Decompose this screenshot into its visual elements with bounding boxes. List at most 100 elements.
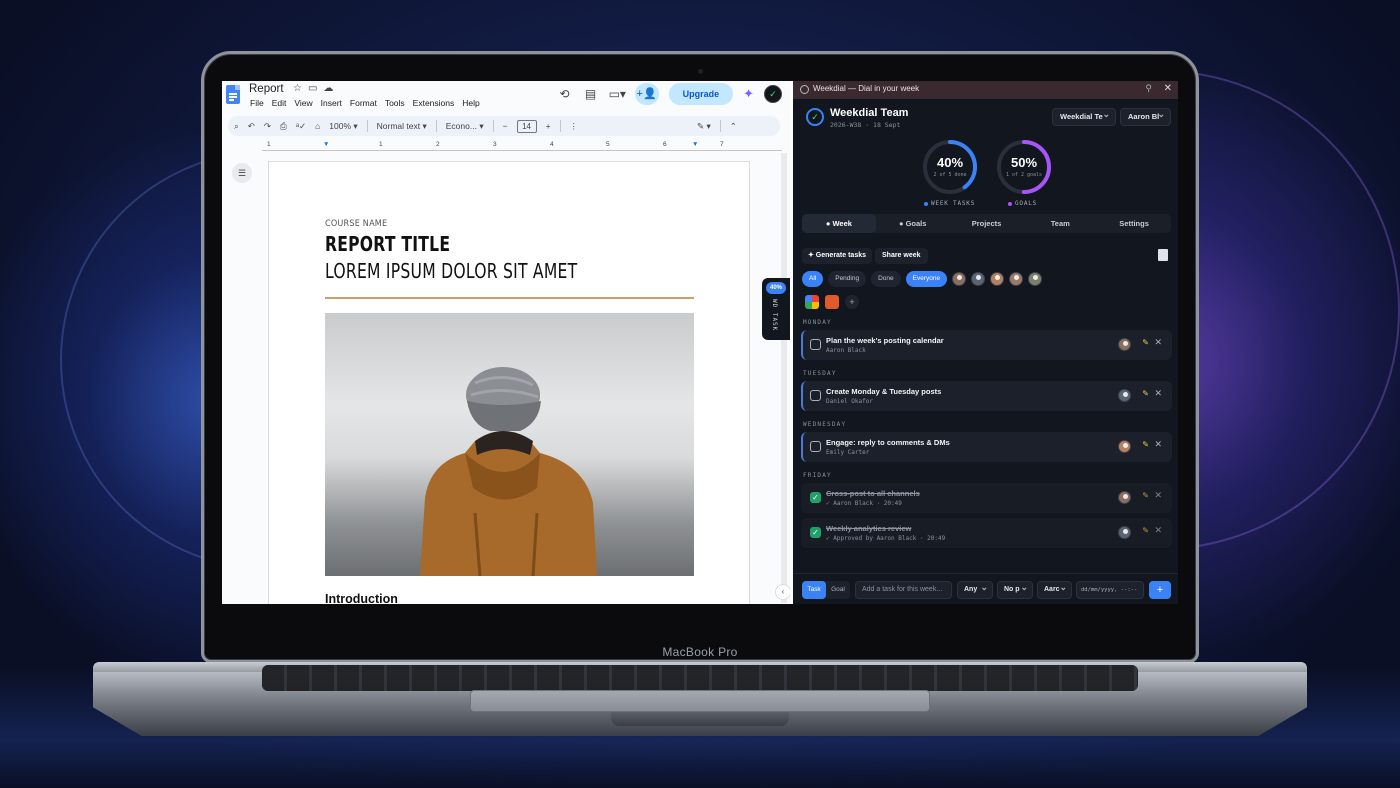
goal-toggle[interactable]: Goal — [826, 581, 850, 599]
priority-select[interactable]: No p — [997, 579, 1033, 599]
docs-logo-icon[interactable] — [226, 85, 240, 104]
delete-icon[interactable]: ✕ — [1154, 439, 1162, 450]
task-row[interactable]: Create Monday & Tuesday posts Daniel Oka… — [801, 381, 1172, 411]
weekdial-tabs: ● Week ● Goals Projects Team Settings — [802, 214, 1171, 233]
paint-format-icon[interactable]: ⌂ — [315, 121, 320, 131]
task-row[interactable]: ✓ Weekly analytics review ✓ Approved by … — [801, 518, 1172, 548]
meet-icon[interactable]: ▭▾ — [609, 86, 626, 102]
share-add-person-button[interactable]: +👤 — [634, 83, 659, 105]
decrease-font-icon[interactable]: − — [503, 121, 508, 131]
edit-icon[interactable]: ✎ — [1142, 389, 1149, 398]
more-options-icon[interactable]: ⋮ — [570, 121, 579, 132]
avatar[interactable] — [990, 272, 1005, 286]
document-outline-icon[interactable]: ☰ — [232, 163, 252, 183]
delete-icon[interactable]: ✕ — [1154, 388, 1162, 399]
filter-everyone[interactable]: Everyone — [905, 271, 948, 287]
avatar[interactable] — [952, 272, 967, 286]
filter-done[interactable]: Done — [871, 271, 901, 287]
docs-scrollbar[interactable] — [781, 153, 787, 603]
cloud-icon[interactable]: ☁ — [323, 83, 339, 94]
left-indent-marker[interactable]: ▼ — [323, 141, 329, 148]
task-checkbox[interactable] — [810, 441, 821, 452]
task-row[interactable]: ✓ Cross-post to all channels ✓ Aaron Bla… — [801, 483, 1172, 513]
add-task-button[interactable]: + — [1149, 581, 1171, 599]
avatar[interactable] — [971, 272, 986, 286]
increase-font-icon[interactable]: + — [546, 121, 551, 131]
font-size-input[interactable]: 14 — [516, 119, 537, 133]
delete-icon[interactable]: ✕ — [1154, 525, 1162, 536]
comments-icon[interactable]: ▤ — [583, 86, 599, 102]
pin-icon[interactable]: ⚲ — [1145, 83, 1152, 94]
history-icon[interactable]: ⟲ — [557, 86, 573, 102]
edit-icon[interactable]: ✎ — [1142, 526, 1149, 535]
delete-icon[interactable]: ✕ — [1154, 490, 1162, 501]
task-name: Create Monday & Tuesday posts — [826, 387, 942, 396]
gemini-icon[interactable]: ✦ — [743, 86, 754, 102]
assignee-select[interactable]: Any — [957, 579, 993, 599]
tab-week[interactable]: ● Week — [802, 214, 876, 233]
delete-icon[interactable]: ✕ — [1154, 337, 1162, 348]
font-select[interactable]: Econo... ▾ — [446, 121, 484, 132]
doc-title[interactable]: Report — [249, 83, 284, 95]
team-select[interactable]: Weekdial Te — [1052, 106, 1116, 126]
style-select[interactable]: Normal text ▾ — [377, 121, 427, 132]
menu-tools[interactable]: Tools — [385, 98, 405, 108]
menu-edit[interactable]: Edit — [272, 98, 287, 108]
menu-help[interactable]: Help — [462, 98, 479, 108]
star-icon[interactable]: ☆ — [293, 83, 308, 94]
editing-mode-icon[interactable]: ✎ ▾ — [697, 121, 711, 132]
google-app-icon[interactable] — [805, 295, 819, 309]
task-row[interactable]: Plan the week's posting calendar Aaron B… — [801, 330, 1172, 360]
generate-tasks-button[interactable]: ✦ Generate tasks — [802, 248, 873, 264]
close-icon[interactable]: ✕ — [1164, 83, 1172, 94]
menu-extensions[interactable]: Extensions — [413, 98, 455, 108]
due-date-input[interactable]: dd/mm/yyyy, --:-- — [1076, 581, 1144, 599]
zoom-select[interactable]: 100% ▾ — [329, 121, 357, 132]
laptop-trackpad — [470, 690, 930, 712]
tab-team[interactable]: Team — [1023, 214, 1097, 233]
weekdial-side-tab[interactable]: 40% WD TASK — [762, 278, 790, 340]
task-row[interactable]: Engage: reply to comments & DMs Emily Ca… — [801, 432, 1172, 462]
tab-settings[interactable]: Settings — [1097, 214, 1171, 233]
connected-apps: + — [805, 295, 859, 309]
upgrade-button[interactable]: Upgrade — [668, 83, 734, 105]
share-week-button[interactable]: Share week — [875, 248, 928, 264]
task-checkbox[interactable]: ✓ — [810, 492, 821, 503]
task-toggle[interactable]: Task — [802, 581, 826, 599]
task-checkbox[interactable]: ✓ — [810, 527, 821, 538]
owner-select[interactable]: Aarc — [1037, 579, 1072, 599]
filter-pending[interactable]: Pending — [828, 271, 867, 287]
task-name: Plan the week's posting calendar — [826, 336, 944, 345]
tab-goals[interactable]: ● Goals — [876, 214, 950, 233]
task-checkbox[interactable] — [810, 339, 821, 350]
edit-icon[interactable]: ✎ — [1142, 440, 1149, 449]
print-icon[interactable]: ⎙ — [280, 121, 287, 132]
menu-view[interactable]: View — [294, 98, 312, 108]
tab-projects[interactable]: Projects — [950, 214, 1024, 233]
document-icon[interactable] — [1158, 249, 1168, 261]
edit-icon[interactable]: ✎ — [1142, 491, 1149, 500]
avatar[interactable] — [1028, 272, 1043, 286]
edit-icon[interactable]: ✎ — [1142, 338, 1149, 347]
app-icon[interactable] — [825, 295, 839, 309]
collapse-menus-icon[interactable]: ⌃ — [730, 121, 737, 132]
menu-insert[interactable]: Insert — [321, 98, 342, 108]
weekdial-extension-icon[interactable]: ✓ — [764, 85, 782, 103]
avatar[interactable] — [1009, 272, 1024, 286]
collapse-side-panel-icon[interactable]: ‹ — [775, 584, 790, 600]
spellcheck-icon[interactable]: ᵃ✓ — [296, 121, 306, 132]
user-select[interactable]: Aaron Bl — [1120, 106, 1171, 126]
task-checkbox[interactable] — [810, 390, 821, 401]
menu-file[interactable]: File — [250, 98, 264, 108]
right-indent-marker[interactable]: ▼ — [692, 141, 698, 148]
add-app-icon[interactable]: + — [845, 295, 859, 309]
folder-icon[interactable]: ▭ — [308, 83, 323, 94]
redo-icon[interactable]: ↷ — [264, 121, 271, 132]
filter-all[interactable]: All — [802, 271, 824, 287]
menu-format[interactable]: Format — [350, 98, 377, 108]
add-task-input[interactable]: Add a task for this week... — [855, 581, 952, 599]
document-page[interactable]: COURSE NAME REPORT TITLE LOREM IPSUM DOL… — [268, 161, 750, 604]
cover-photo[interactable] — [325, 313, 694, 576]
undo-icon[interactable]: ↶ — [248, 121, 255, 132]
search-menus-icon[interactable]: ⌕ — [234, 121, 239, 132]
